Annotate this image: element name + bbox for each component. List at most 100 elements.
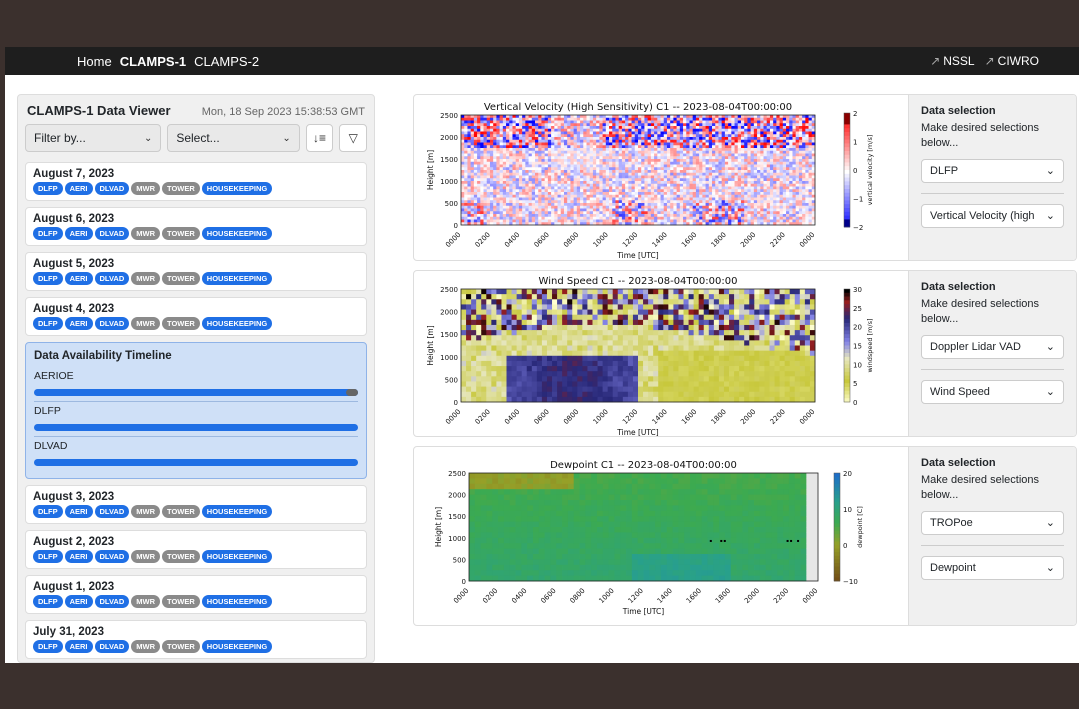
timeline-bar[interactable] xyxy=(34,459,358,466)
heatmap-cell xyxy=(805,170,809,174)
heatmap-cell xyxy=(541,219,546,223)
badge-housekeeping[interactable]: HOUSEKEEPING xyxy=(201,595,273,608)
date-card[interactable]: August 6, 2023 DLFP AERI DLVAD MWR TOWER HOUSE… xyxy=(25,207,367,246)
filter-button[interactable]: ▽ xyxy=(339,124,367,152)
date-card[interactable]: August 3, 2023 DLFP AERI DLVAD MWR TOWER HOUSE… xyxy=(25,485,367,524)
heatmap-cell xyxy=(547,156,552,160)
badge-aeri[interactable]: AERI xyxy=(64,550,93,563)
filter-value-select[interactable]: Select... ⌄ xyxy=(167,124,300,152)
badge-mwr[interactable]: MWR xyxy=(131,317,160,330)
badge-tower[interactable]: TOWER xyxy=(162,550,200,563)
badge-tower[interactable]: TOWER xyxy=(162,317,200,330)
nav-nssl-link[interactable]: ↗ NSSL xyxy=(930,54,974,68)
heatmap-cell xyxy=(538,161,542,165)
badge-dlvad[interactable]: DLVAD xyxy=(94,182,130,195)
badge-dlvad[interactable]: DLVAD xyxy=(94,595,130,608)
heatmap-cell xyxy=(615,194,620,198)
badge-dlvad[interactable]: DLVAD xyxy=(94,640,130,653)
badge-housekeeping[interactable]: HOUSEKEEPING xyxy=(201,317,273,330)
badge-dlvad[interactable]: DLVAD xyxy=(94,317,130,330)
heatmap-cell xyxy=(734,115,739,119)
heatmap-cell xyxy=(712,172,716,176)
badge-dlfp[interactable]: DLFP xyxy=(33,317,63,330)
heatmap-cell xyxy=(760,205,764,209)
heatmap-cell xyxy=(657,170,661,174)
timeline-bar[interactable] xyxy=(34,424,358,431)
badge-mwr[interactable]: MWR xyxy=(131,505,160,518)
heatmap-cell xyxy=(634,175,639,179)
badge-tower[interactable]: TOWER xyxy=(162,505,200,518)
heatmap-cell xyxy=(769,181,774,185)
badge-mwr[interactable]: MWR xyxy=(131,227,160,240)
badge-housekeeping[interactable]: HOUSEKEEPING xyxy=(201,640,273,653)
badge-dlfp[interactable]: DLFP xyxy=(33,505,63,518)
date-card[interactable]: August 5, 2023 DLFP AERI DLVAD MWR TOWER HOUSE… xyxy=(25,252,367,291)
badge-mwr[interactable]: MWR xyxy=(131,272,160,285)
badge-mwr[interactable]: MWR xyxy=(131,182,160,195)
nav-ciwro-link[interactable]: ↗ CIWRO xyxy=(985,54,1039,68)
badge-aeri[interactable]: AERI xyxy=(64,640,93,653)
date-card[interactable]: August 1, 2023 DLFP AERI DLVAD MWR TOWER HOUSE… xyxy=(25,575,367,614)
badge-aeri[interactable]: AERI xyxy=(64,595,93,608)
badge-tower[interactable]: TOWER xyxy=(162,640,200,653)
heatmap-cell xyxy=(546,381,553,387)
heatmap-cell xyxy=(471,340,477,346)
badge-aeri[interactable]: AERI xyxy=(64,505,93,518)
badge-aeri[interactable]: AERI xyxy=(64,227,93,240)
heatmap-cell xyxy=(525,117,529,121)
heatmap-cell xyxy=(673,178,678,182)
heatmap-cell xyxy=(689,120,694,124)
heatmap-cell xyxy=(486,309,492,316)
badge-dlfp[interactable]: DLFP xyxy=(33,550,63,563)
nav-clamps2[interactable]: CLAMPS-2 xyxy=(194,54,259,69)
heatmap-cell xyxy=(560,186,565,190)
variable-select[interactable]: Vertical Velocity (high ⌄ xyxy=(921,203,1064,228)
heatmap-cell xyxy=(477,189,481,193)
badge-housekeeping[interactable]: HOUSEKEEPING xyxy=(201,272,273,285)
badge-mwr[interactable]: MWR xyxy=(131,550,160,563)
heatmap-cell xyxy=(563,211,568,215)
date-card[interactable]: August 7, 2023 DLFP AERI DLVAD MWR TOWER HOUSE… xyxy=(25,162,367,201)
instrument-select[interactable]: DLFP ⌄ xyxy=(921,158,1064,183)
sort-button[interactable]: ↓≡ xyxy=(305,124,334,152)
badge-housekeeping[interactable]: HOUSEKEEPING xyxy=(201,182,273,195)
badge-tower[interactable]: TOWER xyxy=(162,182,200,195)
badge-dlfp[interactable]: DLFP xyxy=(33,182,63,195)
badge-dlfp[interactable]: DLFP xyxy=(33,227,63,240)
badge-mwr[interactable]: MWR xyxy=(131,640,160,653)
badge-aeri[interactable]: AERI xyxy=(64,182,93,195)
badge-housekeeping[interactable]: HOUSEKEEPING xyxy=(201,550,273,563)
heatmap-cell xyxy=(547,153,552,157)
heatmap-cell xyxy=(618,178,623,182)
badge-dlfp[interactable]: DLFP xyxy=(33,595,63,608)
filter-by-select[interactable]: Filter by... ⌄ xyxy=(25,124,162,152)
heatmap-cell xyxy=(670,181,674,185)
badge-dlvad[interactable]: DLVAD xyxy=(94,272,130,285)
timeline-bar[interactable] xyxy=(34,389,358,396)
badge-aeri[interactable]: AERI xyxy=(64,272,93,285)
heatmap-cell xyxy=(557,183,562,187)
badge-aeri[interactable]: AERI xyxy=(64,317,93,330)
heatmap-cell xyxy=(734,153,739,157)
badge-tower[interactable]: TOWER xyxy=(162,272,200,285)
badge-housekeeping[interactable]: HOUSEKEEPING xyxy=(201,505,273,518)
badge-dlvad[interactable]: DLVAD xyxy=(94,550,130,563)
badge-dlfp[interactable]: DLFP xyxy=(33,272,63,285)
badge-mwr[interactable]: MWR xyxy=(131,595,160,608)
badge-dlvad[interactable]: DLVAD xyxy=(94,505,130,518)
date-card[interactable]: August 4, 2023 DLFP AERI DLVAD MWR TOWER HOUSE… xyxy=(25,297,367,336)
badge-housekeeping[interactable]: HOUSEKEEPING xyxy=(201,227,273,240)
date-card[interactable]: August 2, 2023 DLFP AERI DLVAD MWR TOWER HOUSE… xyxy=(25,530,367,569)
badge-tower[interactable]: TOWER xyxy=(162,227,200,240)
heatmap-cell xyxy=(721,170,726,174)
heatmap-cell xyxy=(798,203,803,207)
badge-dlvad[interactable]: DLVAD xyxy=(94,227,130,240)
nav-home[interactable]: Home xyxy=(77,54,112,69)
heatmap-cell xyxy=(683,214,687,218)
badge-dlfp[interactable]: DLFP xyxy=(33,640,63,653)
date-card[interactable]: July 31, 2023 DLFP AERI DLVAD MWR TOWER HOUSEK… xyxy=(25,620,367,659)
badge-tower[interactable]: TOWER xyxy=(162,595,200,608)
heatmap-cell xyxy=(692,120,697,124)
heatmap-cell xyxy=(509,117,513,121)
nav-clamps1[interactable]: CLAMPS-1 xyxy=(120,54,186,69)
